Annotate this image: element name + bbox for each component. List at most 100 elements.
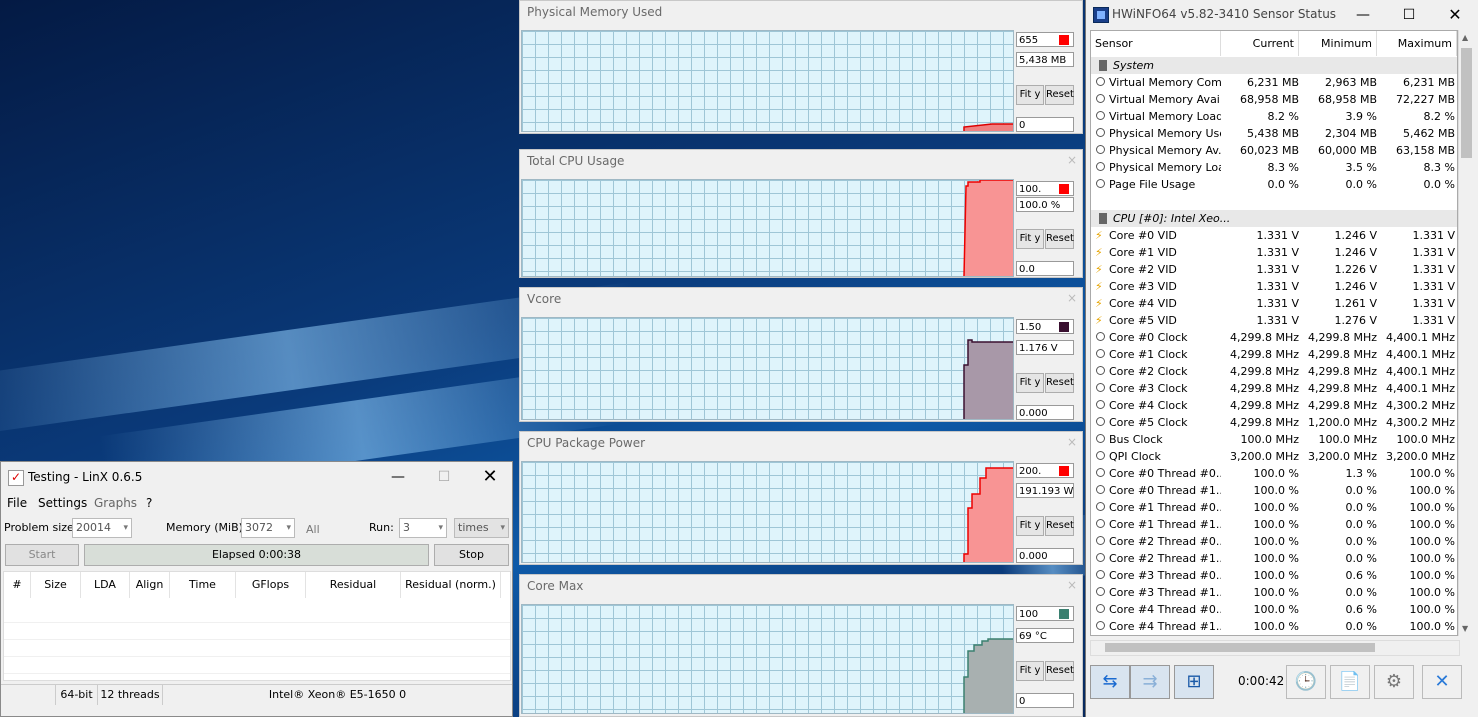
sensor-row[interactable]: ⚡ Core #4 VID 1.331 V 1.261 V 1.331 V xyxy=(1091,295,1457,312)
graph-window-physical-memory[interactable]: Physical Memory Used 655 5,438 MB Fit y … xyxy=(519,0,1083,134)
start-button[interactable]: Start xyxy=(5,544,79,566)
menu-help[interactable]: ? xyxy=(146,496,152,510)
graph-window-core-max[interactable]: Core Max × 100 69 °C Fit y Reset 0 xyxy=(519,574,1083,717)
fit-y-button[interactable]: Fit y xyxy=(1016,229,1044,249)
status-bitness: 64-bit xyxy=(56,685,98,705)
maximize-icon[interactable]: ☐ xyxy=(1386,0,1432,30)
sensor-row[interactable]: Core #1 Thread #0... 100.0 % 0.0 % 100.0 % xyxy=(1091,499,1457,516)
column-header[interactable]: Size xyxy=(31,572,81,598)
sensor-row[interactable]: Core #5 Clock 4,299.8 MHz 1,200.0 MHz 4,300… xyxy=(1091,414,1457,431)
close-icon[interactable]: ✕ xyxy=(1432,0,1478,30)
all-checkbox-label[interactable]: All xyxy=(306,523,320,536)
sensor-group-header[interactable]: CPU [#0]: Intel Xeo... xyxy=(1091,210,1457,227)
graph-window-vcore[interactable]: Vcore × 1.50 1.176 V Fit y Reset 0.000 xyxy=(519,287,1083,422)
graph-window-total-cpu-usage[interactable]: Total CPU Usage × 100. 100.0 % Fit y Res… xyxy=(519,149,1083,278)
hwinfo-window[interactable]: HWiNFO64 v5.82-3410 Sensor Status — ☐ ✕ … xyxy=(1085,0,1478,717)
menu-settings[interactable]: Settings xyxy=(38,496,87,510)
minimize-icon[interactable]: — xyxy=(1340,0,1386,30)
sensor-row[interactable]: QPI Clock 3,200.0 MHz 3,200.0 MHz 3,200.0 M… xyxy=(1091,448,1457,465)
sensor-row[interactable]: Bus Clock 100.0 MHz 100.0 MHz 100.0 MHz xyxy=(1091,431,1457,448)
sensor-group-header[interactable]: System xyxy=(1091,57,1457,74)
reset-button[interactable]: Reset xyxy=(1045,229,1074,249)
column-header-sensor[interactable]: Sensor xyxy=(1091,31,1221,56)
minimize-icon[interactable]: — xyxy=(375,462,421,492)
stop-button[interactable]: Stop xyxy=(434,544,509,566)
run-unit-combo[interactable]: times ▾ xyxy=(454,518,509,538)
scroll-up-icon[interactable]: ▲ xyxy=(1462,33,1468,42)
horizontal-scrollbar[interactable] xyxy=(1090,640,1460,656)
scrollbar-thumb[interactable] xyxy=(1461,48,1472,158)
sensor-maximum: 100.0 % xyxy=(1409,501,1455,514)
column-header[interactable]: # xyxy=(4,572,31,598)
sensor-row[interactable]: ⚡ Core #5 VID 1.331 V 1.276 V 1.331 V xyxy=(1091,312,1457,329)
vertical-scrollbar[interactable]: ▲ ▼ xyxy=(1458,30,1475,636)
fit-y-button[interactable]: Fit y xyxy=(1016,661,1044,681)
close-icon[interactable]: × xyxy=(1062,432,1082,452)
column-header[interactable]: Residual (norm.) xyxy=(401,572,501,598)
sensor-row[interactable]: Core #4 Clock 4,299.8 MHz 4,299.8 MHz 4,300… xyxy=(1091,397,1457,414)
fit-y-button[interactable]: Fit y xyxy=(1016,85,1044,105)
close-icon[interactable]: × xyxy=(1062,575,1082,595)
close-icon[interactable]: ✕ xyxy=(467,462,513,492)
fit-y-button[interactable]: Fit y xyxy=(1016,516,1044,536)
close-icon[interactable]: × xyxy=(1062,288,1082,308)
close-icon[interactable]: × xyxy=(1062,150,1082,170)
sensor-row[interactable]: Virtual Memory Load 8.2 % 3.9 % 8.2 % xyxy=(1091,108,1457,125)
graph-min-value: 0.000 xyxy=(1016,548,1074,563)
sensor-row[interactable]: Core #1 Clock 4,299.8 MHz 4,299.8 MHz 4,400… xyxy=(1091,346,1457,363)
sensor-row[interactable]: Physical Memory Used 5,438 MB 2,304 MB 5,46… xyxy=(1091,125,1457,142)
scrollbar-thumb[interactable] xyxy=(1105,643,1375,652)
sensor-row[interactable]: Virtual Memory Avai... 68,958 MB 68,958 MB… xyxy=(1091,91,1457,108)
prev-next-icon[interactable]: ⇆ xyxy=(1090,665,1130,699)
menu-file[interactable]: File xyxy=(7,496,27,510)
sensor-row[interactable]: Core #2 Thread #0... 100.0 % 0.0 % 100.0 % xyxy=(1091,533,1457,550)
sensor-row[interactable]: Physical Memory Av... 60,023 MB 60,000 MB 6… xyxy=(1091,142,1457,159)
run-count-combo[interactable]: 3 ▾ xyxy=(399,518,447,538)
sensor-row[interactable]: Core #0 Thread #1... 100.0 % 0.0 % 100.0 % xyxy=(1091,482,1457,499)
sensor-row[interactable]: Core #3 Clock 4,299.8 MHz 4,299.8 MHz 4,400… xyxy=(1091,380,1457,397)
memory-combo[interactable]: 3072 ▾ xyxy=(241,518,295,538)
sensor-row[interactable]: Core #2 Clock 4,299.8 MHz 4,299.8 MHz 4,400… xyxy=(1091,363,1457,380)
fit-y-button[interactable]: Fit y xyxy=(1016,373,1044,393)
column-header[interactable]: Align xyxy=(130,572,170,598)
linx-window[interactable]: ✓ Testing - LinX 0.6.5 — ☐ ✕ File Settin… xyxy=(0,461,513,717)
scroll-down-icon[interactable]: ▼ xyxy=(1462,624,1468,633)
column-header[interactable]: GFlops xyxy=(236,572,306,598)
reset-button[interactable]: Reset xyxy=(1045,516,1074,536)
column-header-current[interactable]: Current xyxy=(1221,31,1299,56)
problem-size-combo[interactable]: 20014 ▾ xyxy=(72,518,132,538)
sensor-row[interactable]: Core #1 Thread #1... 100.0 % 0.0 % 100.0 % xyxy=(1091,516,1457,533)
sensor-row[interactable]: Core #4 Thread #1... 100.0 % 0.0 % 100.0 % xyxy=(1091,618,1457,635)
network-icon[interactable]: ⊞ xyxy=(1174,665,1214,699)
add-report-icon[interactable]: 📄 xyxy=(1330,665,1370,699)
sensor-row[interactable]: Core #4 Thread #0... 100.0 % 0.6 % 100.0 % xyxy=(1091,601,1457,618)
column-header-maximum[interactable]: Maximum xyxy=(1377,31,1457,56)
sensor-row[interactable]: Virtual Memory Com... 6,231 MB 2,963 MB 6,2… xyxy=(1091,74,1457,91)
close-sensors-icon[interactable]: ✕ xyxy=(1422,665,1462,699)
gear-icon[interactable]: ⚙ xyxy=(1374,665,1414,699)
sensor-row[interactable]: Core #3 Thread #0... 100.0 % 0.6 % 100.0 % xyxy=(1091,567,1457,584)
graph-line xyxy=(963,123,1013,131)
reset-button[interactable]: Reset xyxy=(1045,85,1074,105)
reset-button[interactable]: Reset xyxy=(1045,661,1074,681)
reset-button[interactable]: Reset xyxy=(1045,373,1074,393)
menu-graphs[interactable]: Graphs xyxy=(94,496,137,510)
sensor-row[interactable]: ⚡ Core #3 VID 1.331 V 1.246 V 1.331 V xyxy=(1091,278,1457,295)
graph-window-cpu-package-power[interactable]: CPU Package Power × 200. 191.193 W Fit y… xyxy=(519,431,1083,565)
sensor-row[interactable]: Page File Usage 0.0 % 0.0 % 0.0 % xyxy=(1091,176,1457,193)
column-header[interactable]: LDA xyxy=(81,572,130,598)
maximize-icon[interactable]: ☐ xyxy=(421,462,467,492)
sensor-row[interactable]: ⚡ Core #1 VID 1.331 V 1.246 V 1.331 V xyxy=(1091,244,1457,261)
sensor-row[interactable]: Physical Memory Load 8.3 % 3.5 % 8.3 % xyxy=(1091,159,1457,176)
collapse-icon[interactable]: ⇉ xyxy=(1130,665,1170,699)
sensor-row[interactable]: ⚡ Core #0 VID 1.331 V 1.246 V 1.331 V xyxy=(1091,227,1457,244)
sensor-row[interactable]: Core #2 Thread #1... 100.0 % 0.0 % 100.0 % xyxy=(1091,550,1457,567)
sensor-row[interactable]: Core #0 Thread #0... 100.0 % 1.3 % 100.0 % xyxy=(1091,465,1457,482)
column-header[interactable]: Time xyxy=(170,572,236,598)
column-header-minimum[interactable]: Minimum xyxy=(1299,31,1377,56)
sensor-row[interactable]: Core #0 Clock 4,299.8 MHz 4,299.8 MHz 4,400… xyxy=(1091,329,1457,346)
column-header[interactable]: Residual xyxy=(306,572,401,598)
sensor-row[interactable]: ⚡ Core #2 VID 1.331 V 1.226 V 1.331 V xyxy=(1091,261,1457,278)
clock-icon[interactable]: 🕒 xyxy=(1286,665,1326,699)
sensor-row[interactable]: Core #3 Thread #1... 100.0 % 0.0 % 100.0 % xyxy=(1091,584,1457,601)
